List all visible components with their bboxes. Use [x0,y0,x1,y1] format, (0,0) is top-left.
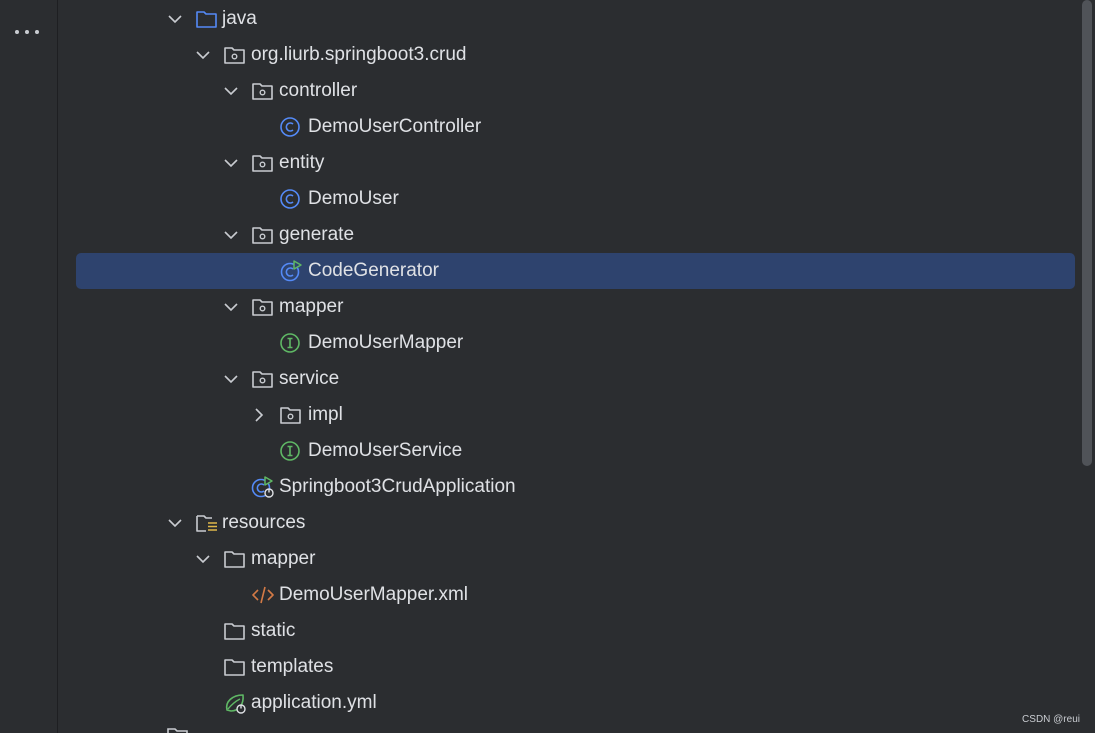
more-options-icon[interactable] [14,24,42,40]
tree-item-demousermapper-xml[interactable]: DemoUserMapper.xml [76,577,1075,613]
tree-item-label: DemoUserService [308,440,463,461]
tree-item-mapper-package[interactable]: mapper [76,289,1075,325]
tree-item-label: impl [308,404,343,425]
package-icon [252,371,273,388]
tree-item-service[interactable]: service [76,361,1075,397]
chevron-down-icon[interactable] [221,297,241,317]
tree-item-mapper-folder[interactable]: mapper [76,541,1075,577]
tree-item-impl[interactable]: impl [76,397,1075,433]
tree-item-label: resources [222,512,306,533]
source-folder-icon [196,11,217,28]
watermark: CSDN @reui [1022,714,1080,725]
project-tree: java org.liurb.springboot3.crud controll… [58,0,1095,733]
tree-item-label: DemoUser [308,188,399,209]
folder-icon [224,551,245,568]
tree-item-label: static [251,620,296,641]
chevron-down-icon[interactable] [221,81,241,101]
tree-item-label: generate [279,224,355,245]
tree-item-label: CodeGenerator [308,260,439,281]
chevron-down-icon[interactable] [221,369,241,389]
chevron-down-icon[interactable] [165,9,185,29]
package-icon [224,47,245,64]
tree-item-entity[interactable]: entity [76,145,1075,181]
tree-item-springboot3crudapplication[interactable]: Springboot3CrudApplication [76,469,1075,505]
vertical-scrollbar[interactable] [1082,0,1092,466]
interface-icon [280,441,300,461]
tree-item-demousermapper[interactable]: DemoUserMapper [76,325,1075,361]
folder-icon [224,659,245,676]
tree-item-codegenerator[interactable]: CodeGenerator [76,253,1075,289]
tree-item-resources[interactable]: resources [76,505,1075,541]
tree-item-label: controller [279,80,358,101]
tool-window-strip [0,0,58,733]
package-icon [252,227,273,244]
tree-item-demouser[interactable]: DemoUser [76,181,1075,217]
tree-item-label: java [222,8,257,29]
chevron-down-icon[interactable] [193,549,213,569]
tree-item-label: DemoUserMapper [308,332,464,353]
interface-icon [280,333,300,353]
chevron-down-icon[interactable] [165,513,185,533]
tree-item-demouserservice[interactable]: DemoUserService [76,433,1075,469]
tree-item-application-yml[interactable]: application.yml [76,685,1075,721]
tree-item-templates[interactable]: templates [76,649,1075,685]
tree-item-label: entity [279,152,325,173]
folder-icon [224,623,245,640]
spring-config-icon [225,694,246,714]
tree-item-label: application.yml [251,692,377,713]
tree-item-static[interactable]: static [76,613,1075,649]
package-icon [280,407,301,424]
package-icon [252,299,273,316]
xml-file-icon [252,586,274,604]
package-icon [252,83,273,100]
chevron-right-icon[interactable] [249,405,269,425]
tree-item-label: DemoUserController [308,116,482,137]
tree-item-label: mapper [279,296,344,317]
tree-item-generate[interactable]: generate [76,217,1075,253]
package-icon [252,155,273,172]
chevron-down-icon[interactable] [221,153,241,173]
tree-item-controller[interactable]: controller [76,73,1075,109]
resources-folder-icon [196,515,217,532]
tree-item-label: Springboot3CrudApplication [279,476,516,497]
tree-item-demousercontroller[interactable]: DemoUserController [76,109,1075,145]
tree-item-label: mapper [251,548,316,569]
tree-item-label: templates [251,656,334,677]
runnable-class-icon [280,260,302,282]
chevron-down-icon[interactable] [221,225,241,245]
spring-boot-class-icon [251,476,274,498]
tree-item-label: DemoUserMapper.xml [279,584,468,605]
tree-item-package[interactable]: org.liurb.springboot3.crud [76,37,1075,73]
class-icon [280,189,300,209]
tree-item-label: org.liurb.springboot3.crud [251,44,467,65]
chevron-down-icon[interactable] [193,45,213,65]
tree-item-label: service [279,368,340,389]
class-icon [280,117,300,137]
folder-icon [167,728,188,733]
tree-item-java[interactable]: java [76,1,1075,37]
